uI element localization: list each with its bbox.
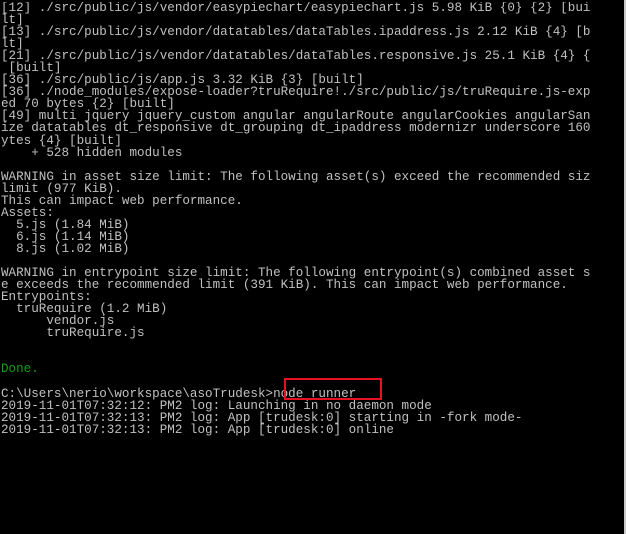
console-line: 2019-11-01T07:32:13: PM2 log: App [trude… bbox=[1, 422, 394, 436]
console-line: + 528 hidden modules bbox=[1, 145, 183, 160]
console-line: WARNING in asset size limit: The followi… bbox=[1, 169, 591, 184]
console-line: 2019-11-01T07:32:12: PM2 log: Launching … bbox=[1, 398, 432, 413]
console-line: [13] ./src/public/js/vendor/datatables/d… bbox=[1, 25, 591, 40]
console-line: limit (977 KiB). bbox=[1, 181, 122, 196]
console-output: [12] ./src/public/js/vendor/easypiechart… bbox=[1, 2, 623, 436]
console-line: This can impact web performance. bbox=[1, 193, 243, 208]
console-line: 2019-11-01T07:32:13: PM2 log: App [trude… bbox=[1, 410, 523, 425]
console-line: Done. bbox=[1, 362, 39, 377]
console-line: truRequire.js bbox=[1, 326, 145, 341]
console-line: 8.js (1.02 MiB) bbox=[1, 241, 130, 256]
console-window[interactable]: [12] ./src/public/js/vendor/easypiechart… bbox=[0, 0, 626, 534]
console-line: [21] ./src/public/js/vendor/datatables/d… bbox=[1, 49, 591, 64]
console-line: ytes {4} [built] bbox=[1, 133, 122, 148]
console-line: ize datatables dt_responsive dt_grouping… bbox=[1, 121, 591, 136]
console-line: e exceeds the recommended limit (391 KiB… bbox=[1, 278, 568, 293]
command-highlight-box bbox=[284, 378, 382, 400]
console-line: [12] ./src/public/js/vendor/easypiechart… bbox=[1, 2, 591, 15]
